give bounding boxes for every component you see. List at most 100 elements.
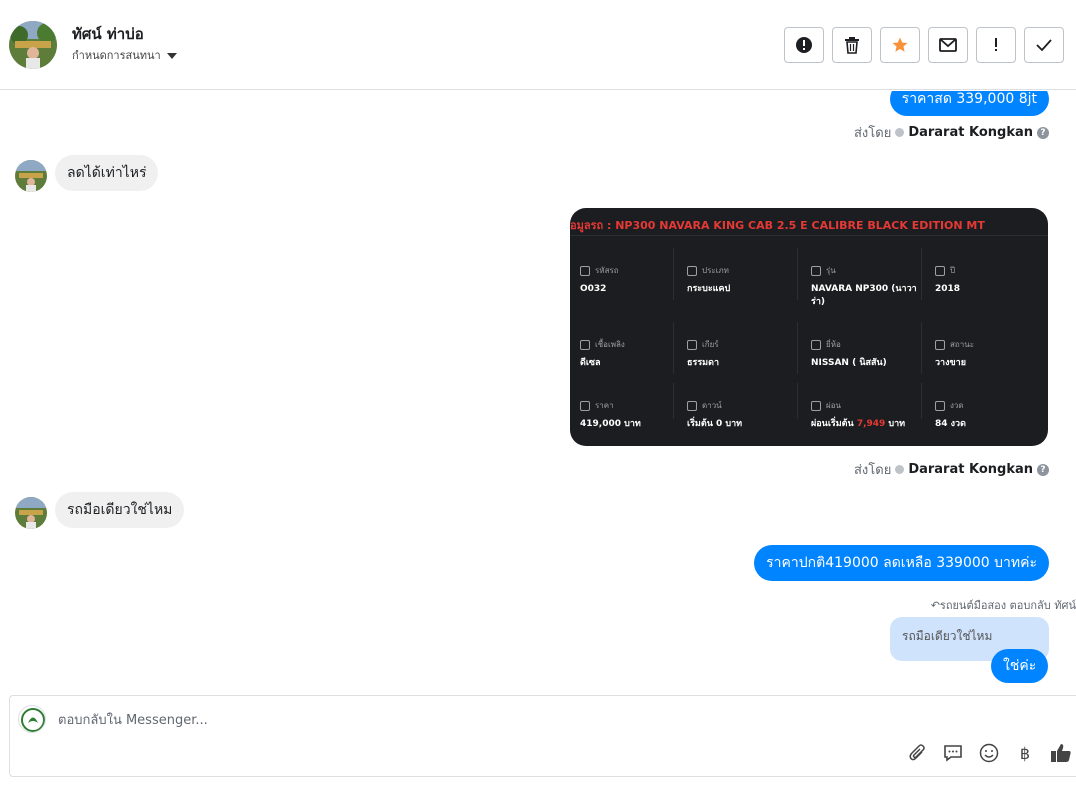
help-icon[interactable]: ?	[1037, 463, 1049, 476]
assign-label: กำหนดการสนทนา	[72, 49, 161, 62]
car-info-image[interactable]: ้อมูลรถ : NP300 NAVARA KING CAB 2.5 E CA…	[570, 208, 1048, 446]
trash-icon	[845, 37, 859, 54]
sent-by-line: ส่งโดย Dararat Kongkan ?	[854, 122, 1049, 143]
card-divider	[570, 235, 1048, 236]
verified-icon	[895, 128, 905, 137]
like-button[interactable]	[1050, 742, 1072, 764]
detail-icon	[687, 400, 697, 411]
car-detail-label: ปี	[935, 264, 1045, 277]
reply-input[interactable]	[58, 710, 858, 730]
car-detail-cell: เกียร์ ธรรมดา	[687, 338, 797, 370]
car-detail-value: 84 งวด	[935, 419, 966, 429]
outgoing-message[interactable]: ใช่ค่ะ	[991, 649, 1049, 683]
contact-avatar[interactable]	[9, 21, 57, 69]
car-detail-label: ยี่ห้อ	[811, 338, 921, 351]
reply-meta: ↶รถยนต์มือสอง ตอบกลับ ทัศน์	[931, 596, 1076, 614]
detail-icon	[811, 339, 821, 350]
detail-icon	[935, 339, 945, 350]
composer-tools: ฿	[906, 742, 1072, 764]
card-column-separator	[673, 248, 674, 300]
emoji-button[interactable]	[978, 742, 1000, 764]
detail-icon	[580, 339, 590, 350]
envelope-icon	[939, 38, 957, 52]
incoming-message[interactable]: รถมือเดียวใช่ไหม	[55, 492, 185, 528]
follow-up-button[interactable]	[976, 27, 1016, 63]
exclamation-icon	[995, 38, 997, 51]
car-detail-label: งวด	[935, 399, 1045, 412]
car-detail-cell: ผ่อนผ่อนเริ่มต้น 7,949 บาท	[811, 399, 921, 431]
outgoing-message[interactable]: ราคาปกติ419000 ลดเหลือ 339000 บาทค่ะ	[754, 545, 1049, 581]
card-column-separator	[673, 383, 674, 419]
message-thread[interactable]: ราคาสด 339,000 8jt ส่งโดย Dararat Kongka…	[0, 91, 1076, 691]
car-detail-label: สถานะ	[935, 338, 1045, 351]
mark-unread-button[interactable]	[928, 27, 968, 63]
detail-icon	[580, 400, 590, 411]
detail-icon	[687, 265, 697, 276]
car-detail-cell: ปี 2018	[935, 264, 1045, 296]
alert-circle-icon	[796, 37, 812, 53]
payment-button[interactable]: ฿	[1014, 742, 1036, 764]
speech-bubble-icon	[944, 745, 962, 762]
contact-mini-avatar[interactable]	[15, 160, 47, 192]
page-avatar	[18, 705, 46, 733]
card-column-separator	[921, 322, 922, 374]
outgoing-message[interactable]: ราคาสด 339,000 8jt	[889, 91, 1049, 116]
assign-conversation-dropdown[interactable]: กำหนดการสนทนา	[72, 46, 177, 64]
incoming-message[interactable]: ลดได้เท่าไหร่	[55, 155, 159, 191]
card-column-separator	[797, 322, 798, 374]
detail-icon	[935, 400, 945, 411]
message-composer: ฿	[9, 695, 1076, 777]
contact-name[interactable]: ทัศน์ ท่าบ่อ	[72, 22, 144, 46]
report-button[interactable]	[784, 27, 824, 63]
agent-name[interactable]: Dararat Kongkan	[908, 125, 1033, 140]
smiley-icon	[979, 743, 999, 763]
detail-icon	[687, 339, 697, 350]
car-detail-cell: สถานะวางขาย	[935, 338, 1045, 370]
check-icon	[1036, 39, 1052, 51]
contact-mini-avatar[interactable]	[15, 497, 47, 529]
car-detail-value: ธรรมดา	[687, 358, 719, 368]
car-detail-cell: รุ่น NAVARA NP300 (นาวาร่า)	[811, 264, 921, 309]
saved-replies-button[interactable]	[942, 742, 964, 764]
agent-name[interactable]: Dararat Kongkan	[908, 462, 1033, 477]
detail-icon	[811, 265, 821, 276]
sent-by-line: ส่งโดย Dararat Kongkan ?	[854, 459, 1049, 480]
header-actions	[784, 27, 1064, 63]
caret-down-icon	[166, 52, 177, 59]
card-column-separator	[797, 248, 798, 300]
car-detail-label: ดาวน์	[687, 399, 797, 412]
card-column-separator	[921, 248, 922, 300]
messenger-conversation-page: ทัศน์ ท่าบ่อ กำหนดการสนทนา ราคาสด 339,00…	[0, 0, 1076, 786]
car-detail-value: NAVARA NP300 (นาวาร่า)	[811, 284, 917, 307]
car-detail-value: 2018	[935, 284, 961, 294]
car-card-title: ้อมูลรถ : NP300 NAVARA KING CAB 2.5 E CA…	[570, 219, 985, 232]
attach-button[interactable]	[906, 742, 928, 764]
sent-by-label: ส่งโดย	[853, 126, 892, 141]
card-column-separator	[673, 322, 674, 374]
detail-icon	[811, 400, 821, 411]
car-detail-value: วางขาย	[935, 358, 966, 368]
card-column-separator	[797, 383, 798, 419]
sent-by-label: ส่งโดย	[853, 463, 892, 478]
car-detail-value: กระบะแคป	[687, 284, 731, 294]
help-icon[interactable]: ?	[1037, 126, 1049, 139]
car-detail-value: NISSAN ( นิสสัน)	[811, 358, 887, 368]
baht-icon: ฿	[1019, 743, 1031, 763]
delete-button[interactable]	[832, 27, 872, 63]
car-detail-label: ผ่อน	[811, 399, 921, 412]
car-detail-cell: ดาวน์เริ่มต้น 0 บาท	[687, 399, 797, 431]
done-button[interactable]	[1024, 27, 1064, 63]
verified-icon	[895, 465, 905, 474]
car-detail-value: ผ่อนเริ่มต้น 7,949 บาท	[811, 419, 906, 429]
thumbs-up-icon	[1051, 744, 1071, 762]
reply-meta-text: รถยนต์มือสอง ตอบกลับ ทัศน์	[939, 599, 1076, 612]
detail-icon	[935, 265, 945, 276]
car-detail-value: 419,000 บาท	[580, 419, 641, 429]
car-detail-cell: งวด 84 งวด	[935, 399, 1045, 431]
car-detail-value: เริ่มต้น 0 บาท	[687, 419, 743, 429]
star-icon	[892, 37, 908, 52]
car-detail-label: รุ่น	[811, 264, 921, 277]
car-detail-cell: ยี่ห้อ NISSAN ( นิสสัน)	[811, 338, 921, 370]
star-button[interactable]	[880, 27, 920, 63]
reply-icon: ↶	[930, 599, 940, 612]
